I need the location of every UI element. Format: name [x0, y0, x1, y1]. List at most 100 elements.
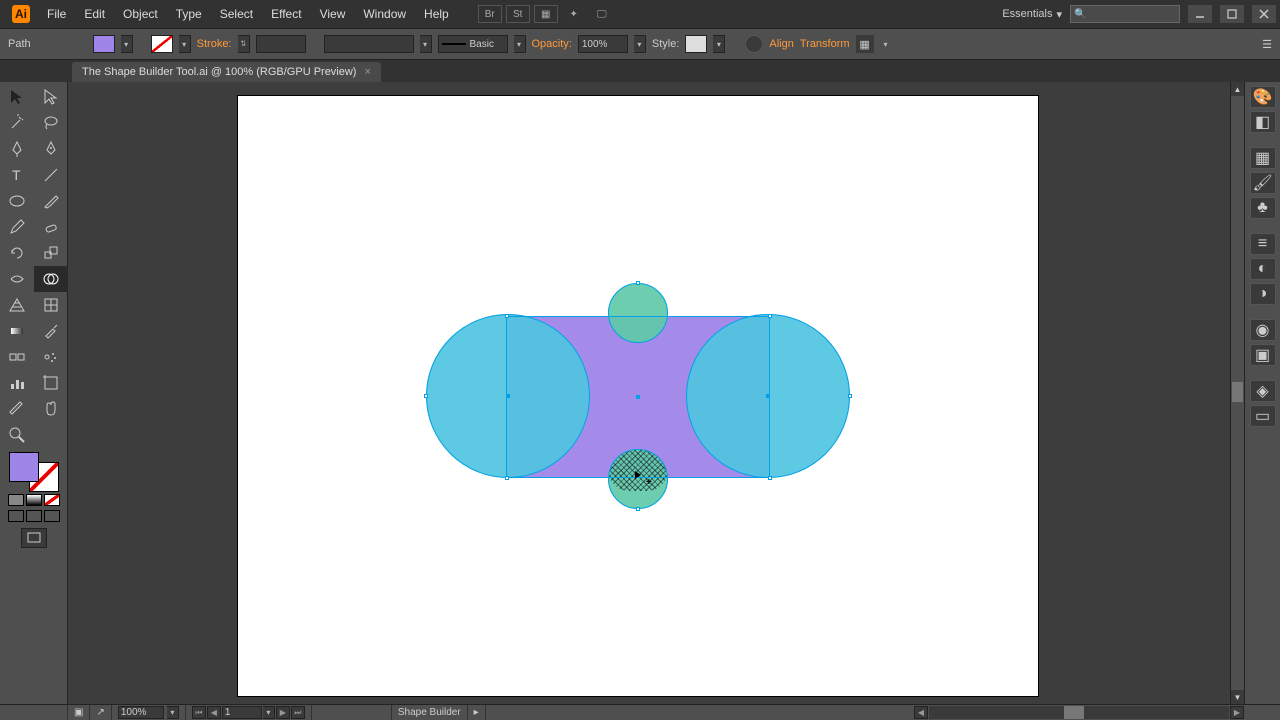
isolate-icon[interactable]: ▦	[856, 35, 874, 53]
zoom-input[interactable]	[118, 706, 164, 719]
fill-dropdown[interactable]: ▾	[121, 35, 133, 53]
more-options-dropdown[interactable]: ▾	[880, 35, 892, 53]
menu-help[interactable]: Help	[415, 7, 458, 21]
transform-link[interactable]: Transform	[800, 38, 850, 50]
direct-selection-tool[interactable]	[34, 84, 68, 110]
minimize-button[interactable]	[1188, 5, 1212, 23]
menu-type[interactable]: Type	[167, 7, 211, 21]
scroll-up-arrow[interactable]: ▲	[1231, 82, 1244, 96]
draw-normal[interactable]	[8, 510, 24, 522]
controlbar-collapse-icon[interactable]: ☰	[1262, 38, 1272, 51]
zoom-dropdown[interactable]: ▾	[167, 706, 179, 719]
scroll-thumb[interactable]	[1232, 382, 1243, 402]
draw-inside[interactable]	[44, 510, 60, 522]
stroke-dropdown[interactable]: ▾	[179, 35, 191, 53]
status-menu-arrow[interactable]: ▸	[468, 705, 486, 720]
perspective-tool[interactable]	[0, 292, 34, 318]
color-guide-panel-icon[interactable]: ◧	[1250, 111, 1276, 133]
recolor-icon[interactable]	[745, 35, 763, 53]
menu-view[interactable]: View	[311, 7, 355, 21]
align-link[interactable]: Align	[769, 38, 793, 50]
transparency-panel-icon[interactable]: ◑	[1250, 283, 1276, 305]
canvas[interactable]: +	[68, 82, 1244, 704]
ellipse-tool[interactable]	[0, 188, 34, 214]
gpu-icon[interactable]: ✦	[562, 5, 586, 23]
prev-artboard-button[interactable]: ◀	[207, 706, 221, 719]
maximize-button[interactable]	[1220, 5, 1244, 23]
blend-tool[interactable]	[0, 344, 34, 370]
menu-file[interactable]: File	[38, 7, 75, 21]
style-dropdown[interactable]: ▾	[713, 35, 725, 53]
magic-wand-tool[interactable]	[0, 110, 34, 136]
last-artboard-button[interactable]: ⏭	[291, 706, 305, 719]
menu-window[interactable]: Window	[354, 7, 415, 21]
document-tab[interactable]: The Shape Builder Tool.ai @ 100% (RGB/GP…	[72, 62, 381, 82]
display-icon[interactable]: 🖵	[590, 5, 614, 23]
rotate-tool[interactable]	[0, 240, 34, 266]
scale-tool[interactable]	[34, 240, 68, 266]
menu-object[interactable]: Object	[114, 7, 167, 21]
eraser-tool[interactable]	[34, 214, 68, 240]
close-tab-icon[interactable]: ×	[364, 66, 370, 78]
shape-builder-tool[interactable]	[34, 266, 68, 292]
menu-effect[interactable]: Effect	[262, 7, 310, 21]
zoom-tool[interactable]	[0, 422, 34, 448]
symbol-sprayer-tool[interactable]	[34, 344, 68, 370]
slice-tool[interactable]	[0, 396, 34, 422]
symbols-panel-icon[interactable]: ♣	[1250, 197, 1276, 219]
bridge-icon[interactable]: Br	[478, 5, 502, 23]
lasso-tool[interactable]	[34, 110, 68, 136]
swatches-panel-icon[interactable]: ▦	[1250, 147, 1276, 169]
curvature-tool[interactable]	[34, 136, 68, 162]
menu-edit[interactable]: Edit	[75, 7, 114, 21]
stroke-weight-input[interactable]	[256, 35, 306, 53]
selection-tool[interactable]	[0, 84, 34, 110]
brush-dropdown[interactable]: ▾	[420, 35, 432, 53]
status-icon-2[interactable]: ↗	[90, 705, 111, 720]
opacity-dropdown[interactable]: ▾	[634, 35, 646, 53]
artboard-tool[interactable]	[34, 370, 68, 396]
style-swatch[interactable]	[685, 35, 707, 53]
opacity-input[interactable]	[578, 35, 628, 53]
first-artboard-button[interactable]: ⏮	[192, 706, 206, 719]
fill-square[interactable]	[9, 452, 39, 482]
color-mode-gradient[interactable]	[26, 494, 42, 506]
search-input[interactable]: 🔍	[1070, 5, 1180, 23]
workspace-switcher[interactable]: Essentials ▾	[1002, 8, 1062, 21]
stroke-weight-stepper[interactable]: ⮁	[238, 35, 250, 53]
layers-panel-icon[interactable]: ◈	[1250, 380, 1276, 402]
opacity-link[interactable]: Opacity:	[532, 38, 572, 50]
stroke-swatch[interactable]	[151, 35, 173, 53]
screen-mode[interactable]	[21, 528, 47, 548]
fill-swatch[interactable]	[93, 35, 115, 53]
line-tool[interactable]	[34, 162, 68, 188]
eyedropper-tool[interactable]	[34, 318, 68, 344]
graphic-styles-panel-icon[interactable]: ▣	[1250, 344, 1276, 366]
appearance-panel-icon[interactable]: ◉	[1250, 319, 1276, 341]
stock-icon[interactable]: St	[506, 5, 530, 23]
paintbrush-tool[interactable]	[34, 188, 68, 214]
stroke-link[interactable]: Stroke:	[197, 38, 232, 50]
hscroll-left[interactable]: ◀	[914, 706, 928, 719]
width-tool[interactable]	[0, 266, 34, 292]
brushes-panel-icon[interactable]: 🖌	[1250, 172, 1276, 194]
pencil-tool[interactable]	[0, 214, 34, 240]
fill-stroke-control[interactable]	[0, 448, 68, 552]
stroke-panel-icon[interactable]: ≡	[1250, 233, 1276, 255]
artboard-dropdown[interactable]: ▾	[263, 706, 275, 719]
brush-definition-input[interactable]	[324, 35, 414, 53]
artboard-number-input[interactable]	[222, 706, 262, 719]
artboards-panel-icon[interactable]: ▭	[1250, 405, 1276, 427]
color-panel-icon[interactable]: 🎨	[1250, 86, 1276, 108]
column-graph-tool[interactable]	[0, 370, 34, 396]
mesh-tool[interactable]	[34, 292, 68, 318]
basic-dropdown[interactable]: ▾	[514, 35, 526, 53]
hscroll-thumb[interactable]	[1064, 706, 1084, 719]
graphic-style-basic[interactable]: Basic	[438, 35, 508, 53]
hand-tool[interactable]	[34, 396, 68, 422]
next-artboard-button[interactable]: ▶	[276, 706, 290, 719]
arrange-doc-icon[interactable]: ▦	[534, 5, 558, 23]
scroll-down-arrow[interactable]: ▼	[1231, 690, 1244, 704]
status-icon-1[interactable]: ▣	[68, 705, 90, 720]
menu-select[interactable]: Select	[211, 7, 262, 21]
